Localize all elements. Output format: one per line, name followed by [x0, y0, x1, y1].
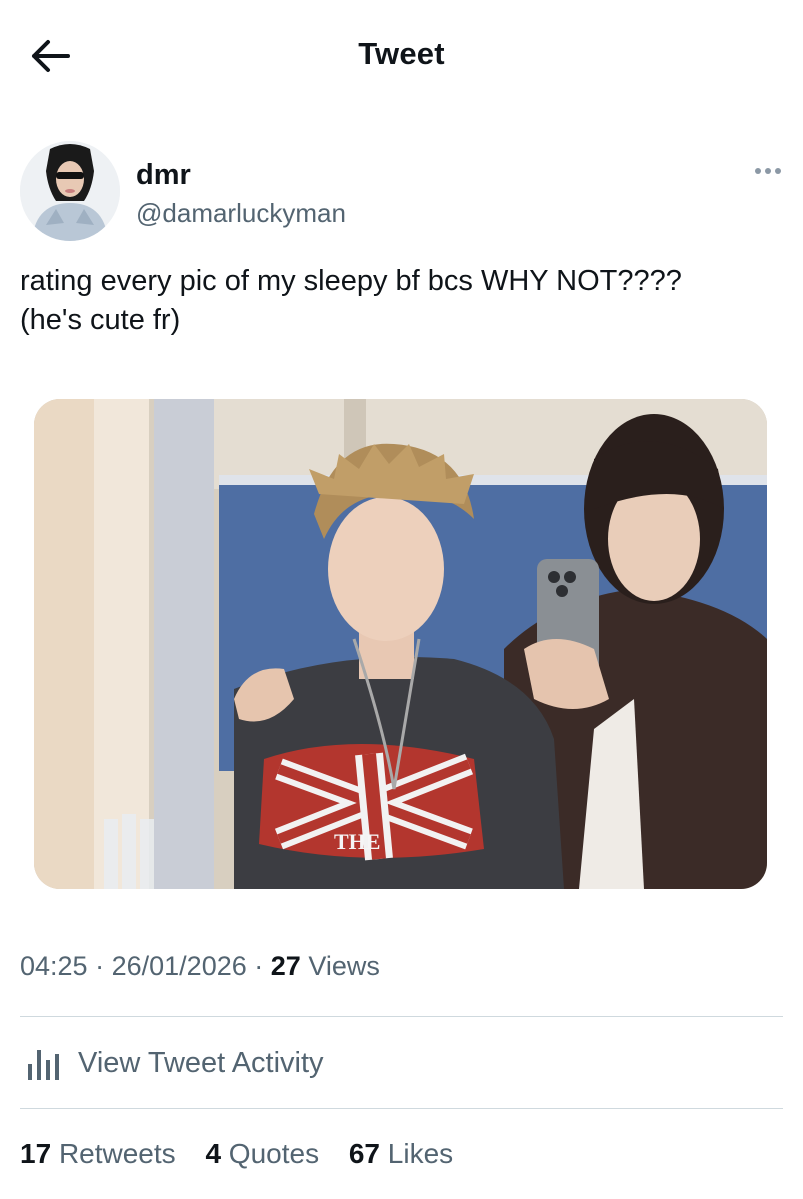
tweet-time[interactable]: 04:25: [20, 951, 88, 981]
tweet-author: dmr @damarluckyman: [20, 141, 783, 251]
mirror-selfie-image: THE: [34, 399, 767, 889]
views-label: Views: [308, 951, 380, 981]
retweets-count: 17: [20, 1138, 52, 1169]
divider: [20, 1016, 783, 1017]
tweet-text-line: rating every pic of my sleepy bf bcs WHY…: [20, 265, 682, 297]
quotes-count: 4: [205, 1138, 222, 1169]
activity-label: View Tweet Activity: [78, 1047, 324, 1079]
tweet-date[interactable]: 26/01/2026: [112, 951, 247, 981]
user-handle[interactable]: @damarluckyman: [136, 198, 346, 229]
display-name[interactable]: dmr: [136, 159, 191, 192]
likes-stat[interactable]: 67 Likes: [349, 1138, 453, 1170]
view-tweet-activity-button[interactable]: View Tweet Activity: [20, 1036, 783, 1092]
tweet-photo[interactable]: THE: [34, 399, 767, 889]
page-title: Tweet: [358, 36, 445, 71]
likes-count: 67: [348, 1138, 381, 1169]
more-button[interactable]: [750, 159, 790, 183]
views-count: 27: [270, 951, 301, 981]
shirt-print-text: THE: [334, 829, 380, 854]
tweet-text: rating every pic of my sleepy bf bcs WHY…: [20, 262, 790, 340]
likes-label: Likes: [387, 1138, 454, 1169]
avatar[interactable]: [20, 141, 120, 241]
bar-chart-icon: [28, 1050, 59, 1080]
tweet-meta: 04:25 · 26/01/2026 · 27 Views: [20, 951, 380, 982]
retweets-stat[interactable]: 17 Retweets: [20, 1138, 176, 1170]
quotes-stat[interactable]: 4 Quotes: [205, 1138, 319, 1170]
top-bar: Tweet: [0, 0, 803, 110]
quotes-label: Quotes: [228, 1138, 320, 1169]
divider: [20, 1108, 783, 1109]
tweet-text-line: (he's cute fr): [20, 304, 181, 336]
meta-separator: ·: [95, 951, 105, 981]
engagement-stats: 17 Retweets 4 Quotes 67 Likes: [20, 1138, 475, 1170]
more-horizontal-icon: [755, 168, 781, 174]
retweets-label: Retweets: [58, 1138, 176, 1169]
meta-separator: ·: [254, 951, 264, 981]
avatar-photo: [20, 141, 120, 241]
